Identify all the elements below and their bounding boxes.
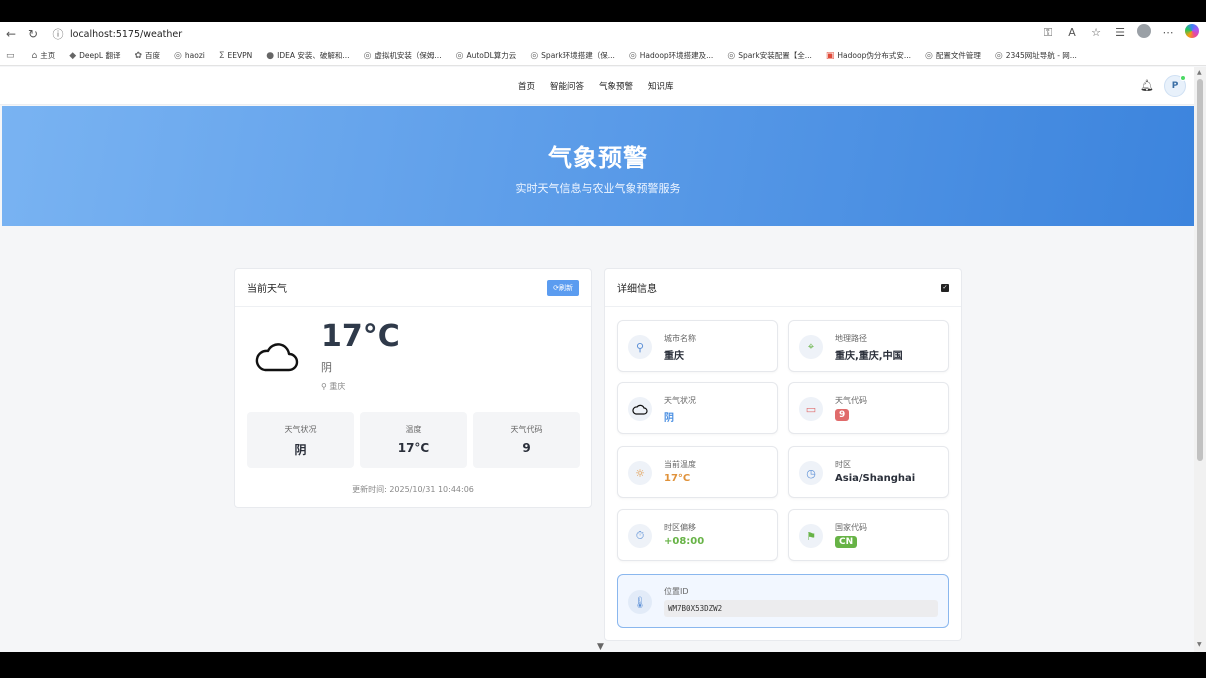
baidu-icon: ✿ xyxy=(134,50,143,61)
nav-home[interactable]: 首页 xyxy=(518,80,535,92)
page-subtitle: 实时天气信息与农业气象预警服务 xyxy=(515,182,681,195)
bookmark-item[interactable]: ◎ 虚拟机安装（保姆... xyxy=(364,50,442,61)
page-scrollbar[interactable]: ▲ ▼ xyxy=(1194,67,1206,652)
url-field[interactable]: ⓘ localhost:5175/weather xyxy=(50,24,1080,44)
tile-geo-path: ⌖ 地理路径 重庆,重庆,中国 xyxy=(788,320,949,372)
scroll-down-icon[interactable]: ▼ xyxy=(597,642,604,652)
globe-icon: ◎ xyxy=(530,50,539,61)
more-icon[interactable]: ⋯ xyxy=(1160,26,1176,39)
folder-icon: ▭ xyxy=(6,50,15,61)
bookmark-item[interactable]: ◎ haozi xyxy=(174,51,205,61)
scroll-down-arrow-icon[interactable]: ▼ xyxy=(1197,641,1202,648)
key-icon[interactable]: ⚿ xyxy=(1040,26,1056,40)
tile-temperature: ☼ 当前温度 17°C xyxy=(617,446,778,498)
bookmark-item[interactable]: ✿ 百度 xyxy=(134,50,160,61)
bookmark-item[interactable]: Σ EEVPN xyxy=(219,51,252,61)
country-code-badge: CN xyxy=(835,536,858,548)
bookmark-item[interactable]: ◎ 2345网址导航 - 网... xyxy=(995,50,1077,61)
thermometer-icon: 🌡︎ xyxy=(628,590,652,614)
code-icon: ▭ xyxy=(799,397,823,421)
collections-icon[interactable]: ☰ xyxy=(1112,26,1128,39)
globe-icon: ◎ xyxy=(363,50,372,61)
bookmark-item[interactable]: ◆ DeepL 翻译 xyxy=(69,50,120,61)
online-status-dot xyxy=(1180,75,1186,81)
stat-temperature: 温度 17°C xyxy=(360,412,467,468)
avatar[interactable]: P xyxy=(1164,75,1186,97)
details-title: 详细信息 xyxy=(617,284,657,295)
location-id-tile: 🌡︎ 位置ID WM7B0X53DZW2 xyxy=(617,574,949,628)
profile-icon[interactable] xyxy=(1136,24,1152,41)
tile-city: ⚲ 城市名称 重庆 xyxy=(617,320,778,372)
nav-weather-alert[interactable]: 气象预警 xyxy=(599,80,633,92)
checkbox-icon[interactable]: ✓ xyxy=(941,283,949,292)
copilot-icon[interactable] xyxy=(1184,24,1200,41)
back-icon[interactable]: ← xyxy=(0,23,22,45)
idea-icon: ● xyxy=(266,50,275,61)
location-id-value: WM7B0X53DZW2 xyxy=(664,600,938,617)
globe-icon: ◎ xyxy=(727,50,736,61)
address-bar: ← ↻ ⓘ localhost:5175/weather ⚿ A ☆ ☰ ⋯ xyxy=(0,22,1206,46)
stopwatch-icon: ⏱︎ xyxy=(628,524,652,548)
cloud-icon xyxy=(255,343,299,372)
csdn-icon: ▣ xyxy=(825,50,835,61)
bookmark-item[interactable]: ▣ Hadoop伪分布式安... xyxy=(826,50,911,61)
bookmark-item[interactable]: ◎ AutoDL算力云 xyxy=(456,50,517,61)
refresh-button[interactable]: ⟳刷新 xyxy=(547,279,579,296)
cloud-icon xyxy=(628,397,652,421)
deepl-icon: ◆ xyxy=(69,50,77,61)
bookmark-item[interactable]: ▭ xyxy=(6,51,18,61)
nav-qa[interactable]: 智能问答 xyxy=(550,80,584,92)
globe-icon: ◎ xyxy=(455,50,464,61)
clock-icon: ◷ xyxy=(799,461,823,485)
url-text[interactable]: localhost:5175/weather xyxy=(70,29,182,40)
bookmark-item[interactable]: ◎ Hadoop环境搭建及... xyxy=(629,50,713,61)
globe-icon: ◎ xyxy=(925,50,933,61)
weather-app: 首页 智能问答 气象预警 知识库 🔔︎ P 气象预警 实时天气信息与农业气象预警… xyxy=(0,67,1194,652)
sun-icon: ☼ xyxy=(628,461,652,485)
favorite-star-icon[interactable]: ☆ xyxy=(1088,26,1104,39)
stat-condition: 天气状况 阴 xyxy=(247,412,354,468)
bookmark-item[interactable]: ● IDEA 安装、破解和... xyxy=(266,50,349,61)
scroll-up-arrow-icon[interactable]: ▲ xyxy=(1197,69,1202,76)
scrollbar-thumb[interactable] xyxy=(1197,79,1203,461)
hero-banner: 气象预警 实时天气信息与农业气象预警服务 xyxy=(2,106,1194,226)
map-pin-icon: ⌖ xyxy=(799,335,823,359)
tile-condition: 天气状况 阴 xyxy=(617,382,778,434)
read-aloud-icon[interactable]: A xyxy=(1064,26,1080,39)
stat-weather-code: 天气代码 9 xyxy=(473,412,580,468)
bookmarks-bar: ▭ ⌂ 主页 ◆ DeepL 翻译 ✿ 百度 ◎ haozi Σ EEVPN ● IDEA … xyxy=(0,46,1206,66)
reload-icon[interactable]: ↻ xyxy=(22,23,44,45)
updated-time: 更新时间: 2025/10/31 10:44:06 xyxy=(352,485,474,494)
tile-country-code: ⚑ 国家代码 CN xyxy=(788,509,949,561)
current-weather-card: 当前天气 ⟳刷新 17°C 阴 ⚲ 重庆 天气状况 阴 温度 17°C 天气代码… xyxy=(234,268,592,508)
bookmark-item[interactable]: ◎ Spark环境搭建（保... xyxy=(530,50,615,61)
current-location: ⚲ 重庆 xyxy=(321,382,346,391)
details-card: 详细信息 ✓ ⚲ 城市名称 重庆 ⌖ 地理路径 重庆,重庆,中国 天气状况 阴 xyxy=(604,268,962,641)
globe-icon: ◎ xyxy=(628,50,637,61)
weather-stats: 天气状况 阴 温度 17°C 天气代码 9 xyxy=(247,412,580,468)
page-title: 气象预警 xyxy=(548,144,648,172)
tile-timezone-offset: ⏱︎ 时区偏移 +08:00 xyxy=(617,509,778,561)
main-menu: 首页 智能问答 气象预警 知识库 xyxy=(518,80,674,92)
current-temperature: 17°C xyxy=(321,319,400,354)
weather-code-badge: 9 xyxy=(835,409,850,421)
nav-knowledge[interactable]: 知识库 xyxy=(648,80,674,92)
current-weather-title: 当前天气 xyxy=(247,284,287,295)
globe-icon: ◎ xyxy=(174,50,182,61)
flag-icon: ⚑ xyxy=(799,524,823,548)
top-nav: 首页 智能问答 气象预警 知识库 🔔︎ P xyxy=(0,67,1194,105)
current-condition: 阴 xyxy=(321,361,332,374)
home-icon: ⌂ xyxy=(31,50,38,61)
bookmark-item[interactable]: ◎ 配置文件管理 xyxy=(925,50,981,61)
globe-icon: ◎ xyxy=(994,50,1003,61)
browser-window: ← ↻ ⓘ localhost:5175/weather ⚿ A ☆ ☰ ⋯ ▭… xyxy=(0,22,1206,652)
tile-weather-code: ▭ 天气代码 9 xyxy=(788,382,949,434)
location-pin-icon: ⚲ xyxy=(628,335,652,359)
bookmark-item[interactable]: ◎ Spark安装配置【全... xyxy=(727,50,812,61)
tile-timezone: ◷ 时区 Asia/Shanghai xyxy=(788,446,949,498)
bookmark-item[interactable]: ⌂ 主页 xyxy=(32,50,56,61)
sigma-icon: Σ xyxy=(218,50,225,61)
info-icon[interactable]: ⓘ xyxy=(50,26,66,42)
bell-icon[interactable]: 🔔︎ xyxy=(1140,79,1154,92)
